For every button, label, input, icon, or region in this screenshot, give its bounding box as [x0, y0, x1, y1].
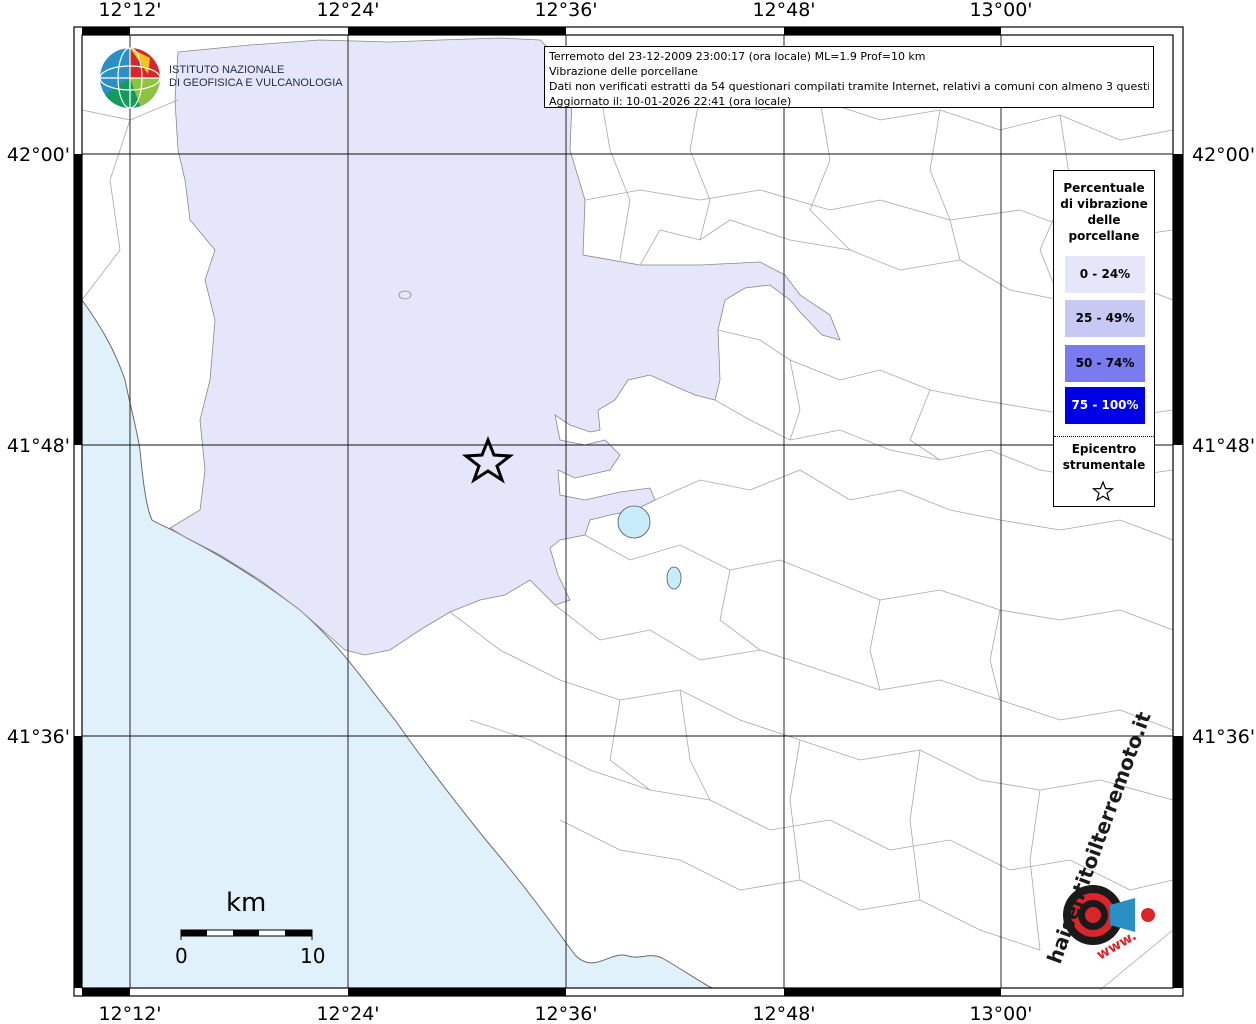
event-info-line1: Terremoto del 23-12-2009 23:00:17 (ora l…	[549, 50, 926, 63]
scale-unit-label: km	[226, 888, 267, 918]
legend-epicenter-label: Epicentro strumentale	[1054, 441, 1154, 473]
legend-item-75-100: 75 - 100%	[1065, 387, 1145, 424]
lat-tick-left-1: 41°48'	[7, 435, 70, 457]
ingv-logo-globe-icon	[99, 47, 161, 109]
lon-tick-bottom-1: 12°24'	[316, 1003, 379, 1024]
scale-end-label: 10	[300, 944, 326, 968]
lake-bracciano-like	[617, 505, 651, 539]
lon-tick-top-2: 12°36'	[534, 0, 597, 21]
legend-title-line1: Percentuale	[1063, 181, 1145, 195]
legend-epicenter-line1: Epicentro	[1071, 442, 1137, 456]
ingv-logo-text: ISTITUTO NAZIONALE DI GEOFISICA E VULCAN…	[169, 64, 343, 90]
lon-tick-bottom-3: 12°48'	[752, 1003, 815, 1024]
lon-tick-top-1: 12°24'	[316, 0, 379, 21]
lat-ticks-right: 42°00' 41°48' 41°36'	[1192, 144, 1255, 748]
legend-title: Percentuale di vibrazione delle porcella…	[1054, 180, 1154, 244]
lon-tick-top-0: 12°12'	[98, 0, 161, 21]
legend-epicenter-line2: strumentale	[1062, 458, 1146, 472]
legend-title-line3: delle	[1087, 213, 1121, 227]
lon-ticks-top: 12°12' 12°24' 12°36' 12°48' 13°00'	[98, 0, 1032, 21]
lon-tick-top-4: 13°00'	[969, 0, 1032, 21]
event-info-line2: Vibrazione delle porcellane	[549, 65, 698, 78]
event-info-line3: Dati non verificati estratti da 54 quest…	[549, 80, 1149, 93]
legend: Percentuale di vibrazione delle porcella…	[1053, 170, 1155, 507]
lat-ticks-left: 42°00' 41°48' 41°36'	[7, 144, 70, 748]
lat-tick-left-0: 42°00'	[7, 144, 70, 166]
lat-tick-right-0: 42°00'	[1192, 144, 1255, 166]
scale-start-label: 0	[175, 944, 188, 968]
event-info-box: Terremoto del 23-12-2009 23:00:17 (ora l…	[544, 46, 1154, 108]
event-info-line4: Aggiornato il: 10-01-2026 22:41 (ora loc…	[549, 95, 792, 108]
legend-separator	[1054, 436, 1154, 437]
lon-ticks-bottom: 12°12' 12°24' 12°36' 12°48' 13°00'	[98, 1003, 1032, 1024]
legend-star-icon	[1092, 480, 1114, 502]
lon-tick-top-3: 12°48'	[752, 0, 815, 21]
legend-title-line4: porcellane	[1068, 229, 1140, 243]
lon-tick-bottom-0: 12°12'	[98, 1003, 161, 1024]
legend-title-line2: di vibrazione	[1060, 197, 1148, 211]
legend-item-25-49: 25 - 49%	[1065, 300, 1145, 337]
legend-item-0-24: 0 - 24%	[1065, 256, 1145, 293]
lat-tick-right-1: 41°48'	[1192, 435, 1255, 457]
lat-tick-left-2: 41°36'	[7, 726, 70, 748]
ingv-logo-line2: DI GEOFISICA E VULCANOLOGIA	[169, 77, 343, 89]
lat-tick-right-2: 41°36'	[1192, 726, 1255, 748]
ingv-logo-line1: ISTITUTO NAZIONALE	[169, 64, 285, 76]
small-lake	[398, 290, 412, 300]
lake-nemi-like	[666, 566, 682, 590]
legend-item-50-74: 50 - 74%	[1065, 345, 1145, 382]
map-canvas: 12°12' 12°24' 12°36' 12°48' 13°00' 12°12…	[7, 0, 1255, 1024]
lon-tick-bottom-4: 13°00'	[969, 1003, 1032, 1024]
lon-tick-bottom-2: 12°36'	[534, 1003, 597, 1024]
